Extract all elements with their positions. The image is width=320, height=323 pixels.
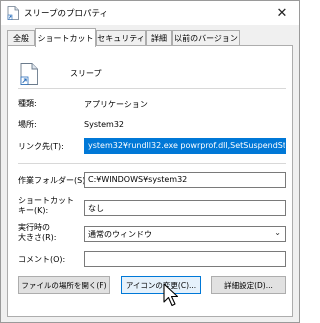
shortcut-name: スリープ [70, 69, 102, 78]
comment-field[interactable] [84, 251, 286, 267]
run-size-select[interactable]: 通常のウィンドウ ⌄ [84, 226, 286, 242]
hotkey-label-line2: キー(K): [18, 206, 49, 215]
target-field[interactable]: ystem32¥rundll32.exe powrprof.dll,SetSus… [84, 138, 286, 154]
open-file-location-button[interactable]: ファイルの場所を開く(F) [18, 276, 110, 294]
workdir-field[interactable]: C:¥WINDOWS¥system32 [84, 172, 286, 188]
location-value: System32 [84, 120, 125, 129]
hotkey-field[interactable]: なし [84, 200, 286, 216]
target-label: リンク先(T): [18, 142, 64, 151]
type-label: 種類: [18, 99, 37, 108]
comment-label: コメント(O): [18, 255, 66, 264]
title-bar[interactable]: スリープのプロパティ ✕ [1, 1, 299, 25]
properties-window: スリープのプロパティ ✕ 全般 ショートカット セキュリティ 詳細 以前のバージ… [0, 0, 300, 323]
open-file-location-label: ファイルの場所を開く(F) [21, 280, 107, 290]
change-icon-button[interactable]: アイコンの変更(C)... [121, 276, 201, 294]
separator [18, 88, 286, 89]
tab-shortcut[interactable]: ショートカット [35, 28, 96, 47]
close-button[interactable]: ✕ [267, 1, 297, 25]
tab-label: 全般 [13, 34, 29, 43]
tab-label: 以前のバージョン [174, 34, 238, 43]
tab-security[interactable]: セキュリティ [96, 30, 146, 46]
hotkey-label: ショートカット キー(K): [18, 196, 74, 216]
advanced-label: 詳細設定(D)... [224, 280, 273, 290]
separator [18, 163, 286, 164]
run-label: 実行時の 大きさ(R): [18, 223, 57, 243]
location-label: 場所: [18, 120, 37, 129]
tab-label: 詳細 [151, 34, 167, 43]
document-shortcut-icon [20, 63, 38, 85]
document-icon [7, 6, 19, 20]
chevron-down-icon: ⌄ [274, 228, 281, 237]
mouse-pointer-icon [163, 283, 179, 307]
advanced-button[interactable]: 詳細設定(D)... [211, 276, 286, 294]
window-title: スリープのプロパティ [24, 9, 108, 19]
tab-label: ショートカット [37, 33, 94, 43]
run-size-value: 通常のウィンドウ [88, 230, 152, 239]
tab-label: セキュリティ [97, 34, 145, 43]
close-icon: ✕ [276, 5, 288, 21]
run-label-line1: 実行時の [18, 223, 50, 232]
workdir-label: 作業フォルダー(S): [18, 176, 89, 185]
run-label-line2: 大きさ(R): [18, 233, 57, 242]
hotkey-label-line1: ショートカット [18, 196, 74, 205]
tab-general[interactable]: 全般 [7, 30, 35, 46]
tab-previous-versions[interactable]: 以前のバージョン [172, 30, 240, 46]
change-icon-label: アイコンの変更(C)... [125, 280, 197, 290]
tab-details[interactable]: 詳細 [146, 30, 172, 46]
shortcut-panel: スリープ 種類: アプリケーション 場所: System32 リンク先(T): … [7, 45, 293, 317]
type-value: アプリケーション [84, 100, 148, 109]
